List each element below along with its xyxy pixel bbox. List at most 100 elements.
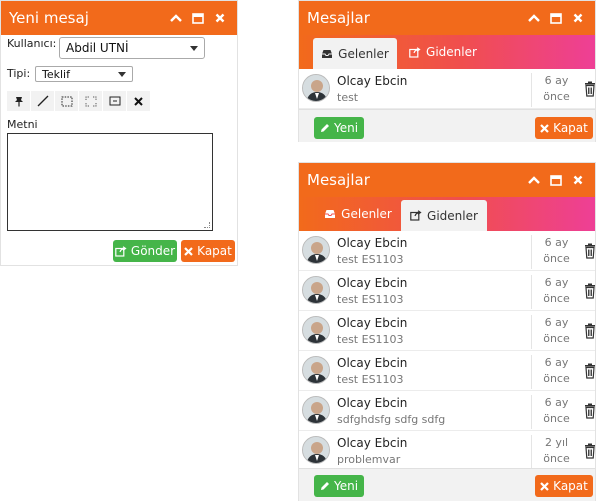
close-icon[interactable] (209, 7, 231, 29)
message-time: 2 yıl önce (531, 435, 581, 469)
avatar (302, 74, 330, 102)
clear-icon[interactable] (127, 91, 151, 111)
list-item[interactable]: Olcay Ebcin test 6 ay önce (299, 69, 595, 109)
close-icon (540, 123, 549, 133)
new-message-button[interactable]: Yeni (314, 117, 364, 139)
line-icon[interactable] (31, 91, 55, 111)
chevron-up-icon[interactable] (523, 169, 545, 191)
avatar (302, 356, 330, 384)
list-item[interactable]: Olcay Ebcin test ES1103 6 ay önce (299, 231, 595, 271)
message-subject: problemvar (337, 453, 401, 466)
body-label: Metni (7, 118, 38, 131)
message-time: 6 ay önce (531, 355, 581, 389)
message-time-value: 6 ay (544, 396, 569, 409)
share-icon (410, 210, 422, 221)
message-time-value: 6 ay (544, 74, 569, 87)
list-item[interactable]: Olcay Ebcin test ES1103 6 ay önce (299, 271, 595, 311)
tab-gelenler[interactable]: Gelenler (313, 38, 397, 69)
message-subject: test ES1103 (337, 293, 404, 306)
compose-titlebar[interactable]: Yeni mesaj (1, 1, 237, 35)
message-time-unit: önce (543, 332, 570, 345)
resize-grip-icon[interactable] (204, 222, 210, 228)
inbox-footer: Yeni Kapat (299, 109, 595, 142)
avatar (302, 436, 330, 464)
message-time: 6 ay önce (531, 73, 581, 107)
tab-gidenler[interactable]: Gidenler (401, 200, 487, 231)
tab-gidenler[interactable]: Gidenler (403, 35, 483, 69)
outbox-close-button[interactable]: Kapat (535, 475, 593, 497)
message-time-unit: önce (543, 452, 570, 465)
message-sender: Olcay Ebcin (337, 396, 408, 410)
inbox-icon (322, 49, 333, 58)
fullscreen-icon[interactable] (79, 91, 103, 111)
inbox-title: Mesajlar (307, 9, 370, 27)
message-subject: test (337, 91, 359, 104)
chevron-down-icon (118, 71, 126, 77)
list-item[interactable]: Olcay Ebcin problemvar 2 yıl önce (299, 431, 595, 471)
new-message-button[interactable]: Yeni (314, 475, 364, 497)
message-time-unit: önce (543, 372, 570, 385)
message-sender: Olcay Ebcin (337, 316, 408, 330)
avatar (302, 396, 330, 424)
chevron-up-icon[interactable] (523, 7, 545, 29)
pin-icon[interactable] (7, 91, 31, 111)
message-time: 6 ay önce (531, 315, 581, 349)
frame-icon[interactable] (103, 91, 127, 111)
list-item[interactable]: Olcay Ebcin test ES1103 6 ay önce (299, 311, 595, 351)
type-row: Tipi: Teklif (7, 66, 133, 82)
user-label: Kullanıcı: (7, 37, 57, 50)
message-subject: test ES1103 (337, 373, 404, 386)
message-sender: Olcay Ebcin (337, 74, 408, 88)
trash-icon[interactable] (583, 403, 597, 419)
compose-window: Yeni mesaj Kullanıcı: Abdil UTNİ Tipi: T… (0, 0, 238, 266)
chevron-down-icon (190, 45, 198, 51)
message-sender: Olcay Ebcin (337, 356, 408, 370)
list-item[interactable]: Olcay Ebcin sdfghdsfg sdfg sdfg 6 ay önce (299, 391, 595, 431)
inbox-window: Mesajlar Gelenler Gidenler Olcay Ebcin t… (298, 0, 596, 142)
type-select-value: Teklif (42, 67, 70, 81)
outbox-footer: Yeni Kapat (299, 468, 595, 501)
trash-icon[interactable] (583, 443, 597, 459)
trash-icon[interactable] (583, 363, 597, 379)
new-message-label: Yeni (333, 121, 359, 135)
message-time-value: 6 ay (544, 356, 569, 369)
message-subject: sdfghdsfg sdfg sdfg (337, 413, 446, 426)
inbox-close-label: Kapat (553, 121, 588, 135)
message-body-textarea[interactable] (7, 133, 213, 231)
send-button[interactable]: Gönder (113, 240, 177, 262)
maximize-icon[interactable] (187, 7, 209, 29)
message-sender: Olcay Ebcin (337, 436, 408, 450)
editor-toolbar (7, 91, 151, 111)
chevron-up-icon[interactable] (165, 7, 187, 29)
inbox-close-button[interactable]: Kapat (535, 117, 593, 139)
outbox-close-label: Kapat (553, 479, 588, 493)
user-select[interactable]: Abdil UTNİ (59, 37, 205, 59)
message-time-value: 6 ay (544, 276, 569, 289)
maximize-icon[interactable] (545, 169, 567, 191)
compose-close-label: Kapat (197, 244, 232, 258)
trash-icon[interactable] (583, 81, 597, 97)
trash-icon[interactable] (583, 323, 597, 339)
inbox-titlebar[interactable]: Mesajlar (299, 1, 595, 35)
tab-gelenler[interactable]: Gelenler (317, 197, 399, 231)
message-time: 6 ay önce (531, 275, 581, 309)
compose-title: Yeni mesaj (9, 9, 89, 27)
rectangle-select-icon[interactable] (55, 91, 79, 111)
message-time: 6 ay önce (531, 395, 581, 429)
type-select[interactable]: Teklif (35, 66, 133, 82)
message-sender: Olcay Ebcin (337, 276, 408, 290)
close-icon (540, 481, 549, 491)
list-item[interactable]: Olcay Ebcin test ES1103 6 ay önce (299, 351, 595, 391)
trash-icon[interactable] (583, 283, 597, 299)
trash-icon[interactable] (583, 243, 597, 259)
tab-gidenler-label: Gidenler (427, 208, 478, 223)
outbox-titlebar[interactable]: Mesajlar (299, 163, 595, 197)
close-icon[interactable] (567, 7, 589, 29)
message-time-unit: önce (543, 412, 570, 425)
compose-close-button[interactable]: Kapat (181, 240, 235, 262)
message-time-value: 2 yıl (544, 436, 569, 449)
maximize-icon[interactable] (545, 7, 567, 29)
avatar (302, 316, 330, 344)
close-icon[interactable] (567, 169, 589, 191)
tab-gelenler-label: Gelenler (338, 46, 389, 61)
